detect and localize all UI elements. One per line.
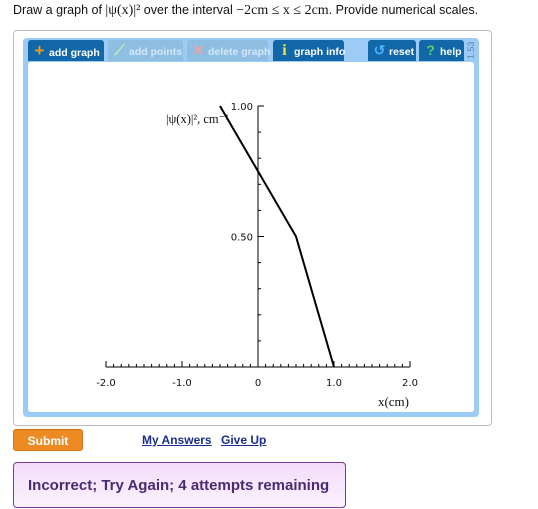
x-tick-label: 2.0 — [402, 378, 418, 389]
y-tick-label: 1.00 — [231, 102, 253, 113]
my-answers-link[interactable]: My Answers — [142, 433, 212, 447]
x-axis-label: x(cm) — [378, 394, 409, 409]
feedback-message: Incorrect; Try Again; 4 attempts remaini… — [13, 462, 346, 508]
x-tick-label: 1.0 — [326, 378, 342, 389]
submit-button[interactable]: Submit — [13, 429, 83, 451]
x-tick-label: -1.0 — [172, 378, 192, 389]
give-up-link[interactable]: Give Up — [221, 433, 266, 447]
x-tick-label: 0 — [255, 378, 261, 389]
x-tick-label: -2.0 — [96, 378, 116, 389]
y-axis-label: |ψ(x)|², cm⁻¹ — [166, 112, 229, 126]
y-tick-label: 0.50 — [231, 233, 253, 244]
